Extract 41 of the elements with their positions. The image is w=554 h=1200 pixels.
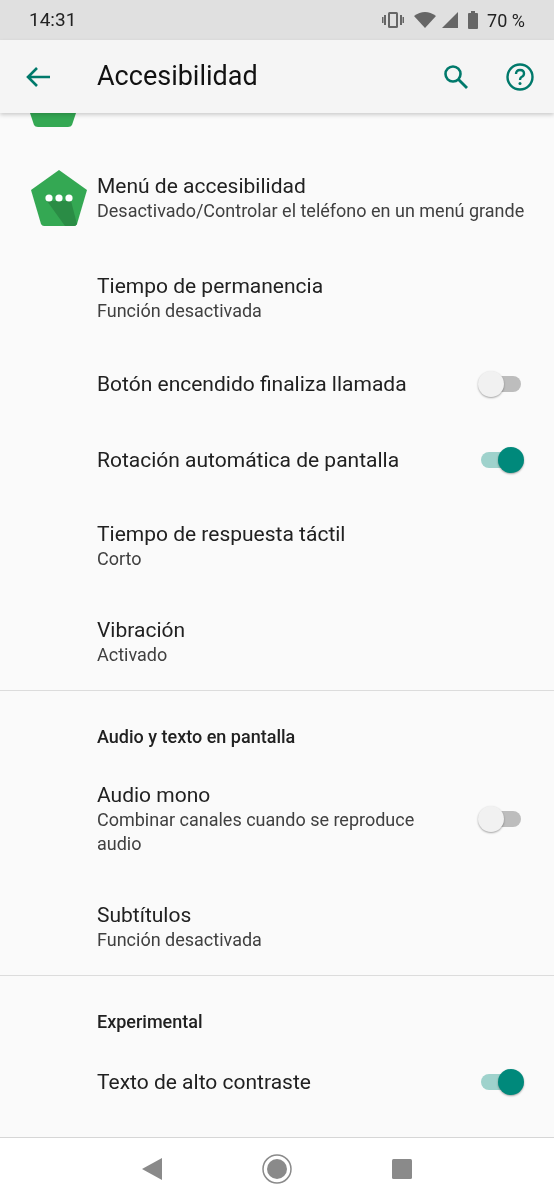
battery-percentage: 70 %	[487, 8, 525, 33]
settings-item[interactable]: Subtítulos Función desactivada	[0, 879, 554, 975]
item-subtitle: Combinar canales cuando se reproduce audio	[97, 808, 416, 856]
back-triangle-icon	[142, 1158, 163, 1180]
section-header: Experimental	[96, 1010, 204, 1034]
item-subtitle: Función desactivada	[97, 299, 263, 323]
item-subtitle: Activado	[97, 643, 169, 667]
item-title: Tiempo de permanencia	[97, 273, 325, 299]
section-header: Audio y texto en pantalla	[96, 725, 297, 749]
clock-time: 14:31	[29, 6, 77, 33]
item-title: Subtítulos	[97, 902, 193, 928]
settings-item[interactable]: Rotación automática de pantalla	[0, 422, 554, 498]
recents-square-icon	[391, 1159, 412, 1179]
signal-icon	[442, 12, 459, 28]
accessibility-menu-icon	[28, 169, 89, 227]
vibrate-icon	[382, 11, 405, 29]
back-arrow-icon	[25, 65, 51, 88]
settings-item[interactable]: Vibración Activado	[0, 594, 554, 690]
item-subtitle: Función desactivada	[97, 928, 263, 952]
battery-icon	[468, 11, 479, 29]
item-title: Botón encendido finaliza llamada	[97, 371, 408, 397]
app-icon	[30, 113, 76, 127]
settings-item[interactable]: Audio mono Combinar canales cuando se reproduce audio	[0, 759, 554, 879]
home-circle-icon	[262, 1154, 292, 1184]
item-title: Rotación automática de pantalla	[97, 447, 401, 473]
screen-title: Accesibilidad	[97, 59, 258, 95]
item-subtitle: Corto	[97, 547, 143, 571]
settings-item[interactable]: Menú de accesibilidad Desactivado/Controlar el teléfono en un menú grande	[0, 146, 554, 250]
settings-item[interactable]: Tiempo de respuesta táctil Corto	[0, 498, 554, 594]
item-title: Audio mono	[97, 782, 212, 808]
item-title: Vibración	[97, 617, 187, 643]
item-title: Tiempo de respuesta táctil	[97, 521, 347, 547]
item-title: Menú de accesibilidad	[97, 173, 307, 199]
settings-item[interactable]: Botón encendido finaliza llamada	[0, 346, 554, 422]
search-icon	[443, 63, 469, 90]
item-subtitle: Desactivado/Controlar el teléfono en un menú grande	[97, 199, 526, 223]
settings-item[interactable]: Tiempo de permanencia Función desactivada	[0, 250, 554, 346]
item-title: Texto de alto contraste	[97, 1069, 312, 1095]
help-icon	[506, 62, 534, 91]
settings-item[interactable]: Texto de alto contraste	[0, 1044, 554, 1120]
wifi-icon	[414, 12, 437, 28]
